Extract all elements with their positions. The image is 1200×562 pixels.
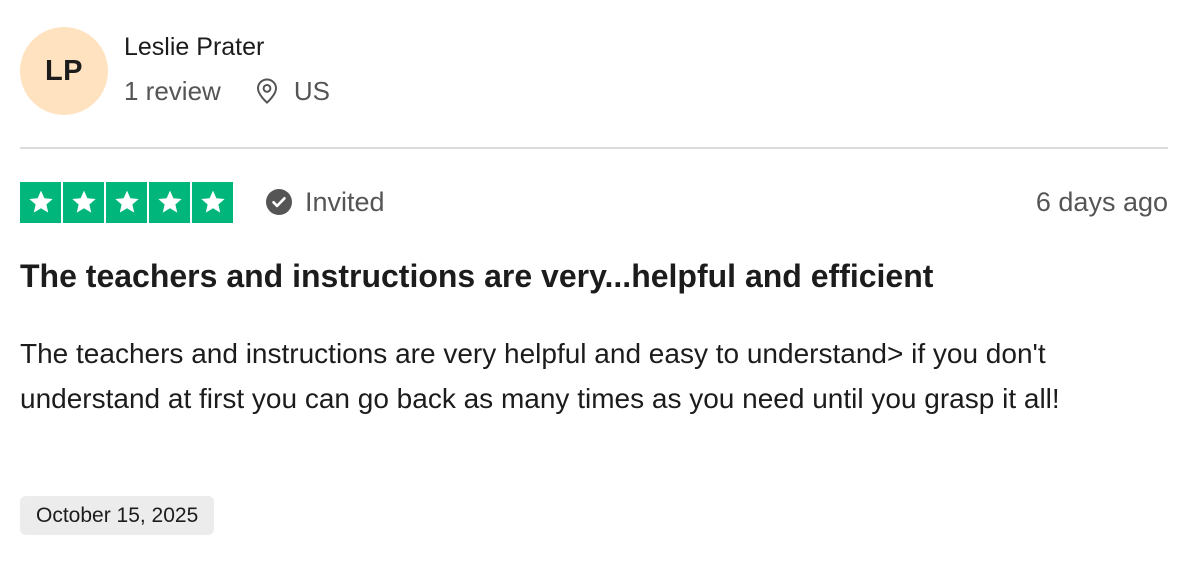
invited-label: Invited: [305, 186, 385, 217]
review-body: The teachers and instructions are very h…: [20, 338, 1060, 414]
reviewer-meta: 1 review US: [124, 76, 330, 106]
reviewer-name[interactable]: Leslie Prater: [124, 32, 330, 62]
avatar[interactable]: LP: [20, 27, 108, 115]
star-icon: [20, 181, 61, 223]
review-count: 1 review: [124, 76, 221, 106]
reviewer-info: Leslie Prater 1 review US: [124, 27, 330, 106]
reviewer-header: LP Leslie Prater 1 review US: [20, 27, 330, 115]
reviewer-location: US: [293, 76, 330, 106]
date-of-experience: October 15, 2025: [20, 496, 215, 535]
review-card: LP Leslie Prater 1 review US Invited 6 d…: [20, 0, 1168, 562]
location-pin-icon: [254, 77, 280, 105]
star-icon: [106, 181, 147, 223]
divider: [20, 147, 1168, 149]
review-title[interactable]: The teachers and instructions are very..…: [20, 255, 933, 297]
rating-row: Invited 6 days ago: [20, 181, 1168, 223]
star-icon: [192, 181, 233, 223]
star-icon: [63, 181, 104, 223]
check-circle-icon: [265, 188, 293, 216]
invited-badge[interactable]: Invited: [265, 187, 385, 218]
review-time-ago: 6 days ago: [1035, 186, 1168, 217]
star-rating: [20, 181, 233, 223]
star-icon: [149, 181, 190, 223]
